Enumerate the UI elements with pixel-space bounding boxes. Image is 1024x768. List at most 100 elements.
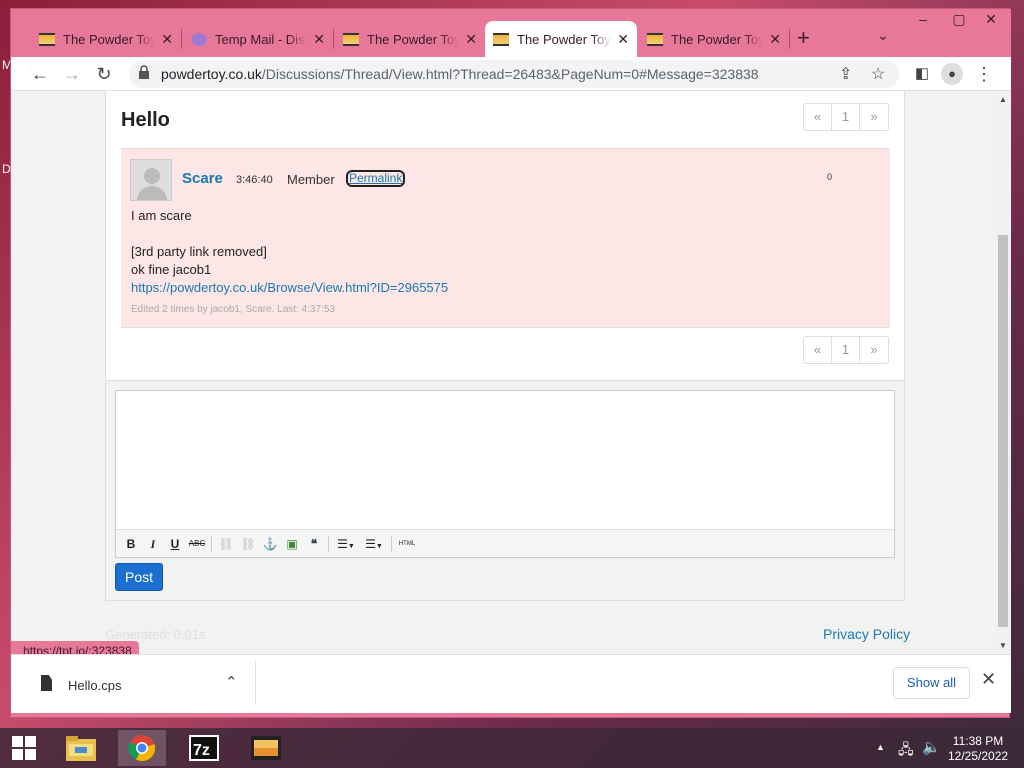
- file-explorer-taskbar-button[interactable]: [57, 730, 105, 766]
- pager-top: « 1 »: [803, 103, 889, 131]
- tray-chevron-icon[interactable]: ▲: [876, 742, 885, 752]
- vertical-scrollbar[interactable]: ▲ ▼: [995, 91, 1011, 654]
- pager-page-button[interactable]: 1: [832, 337, 860, 363]
- tab-5[interactable]: The Powder Toy ✕: [639, 21, 789, 57]
- volume-icon[interactable]: 🔈: [922, 738, 941, 756]
- strikethrough-button[interactable]: ABC: [186, 533, 208, 555]
- post-time: 3:46:40: [236, 174, 273, 186]
- clock-time: 11:38 PM: [952, 734, 1004, 748]
- avatar[interactable]: [130, 159, 172, 201]
- scroll-up-icon[interactable]: ▲: [995, 95, 1011, 104]
- underline-button[interactable]: U: [164, 533, 186, 555]
- windows-logo-icon: [12, 736, 36, 760]
- tab-title: The Powder Toy: [517, 31, 611, 47]
- close-tab-icon[interactable]: ✕: [769, 31, 781, 48]
- downloads-bar: Hello.cps ⌃ Show all ✕: [11, 654, 1011, 713]
- quote-button[interactable]: ❝: [303, 533, 325, 555]
- close-tab-icon[interactable]: ✕: [313, 31, 325, 48]
- side-panel-icon[interactable]: ◧: [911, 63, 933, 85]
- pager-prev-button[interactable]: «: [804, 337, 832, 363]
- link-button[interactable]: ⛓: [215, 533, 237, 555]
- profile-icon[interactable]: ●: [941, 63, 963, 85]
- bullet-list-button[interactable]: ☰▼: [332, 533, 360, 555]
- post: Scare 3:46:40 Member Permalink 0 I am sc…: [121, 148, 890, 328]
- pager-next-button[interactable]: »: [860, 104, 888, 130]
- post-line-3: ok fine jacob1: [131, 262, 212, 277]
- post-line-1: I am scare: [131, 208, 192, 223]
- browser-toolbar: ← → ↻ powdertoy.co.uk/Discussions/Thread…: [11, 57, 1011, 91]
- pager-next-button[interactable]: »: [860, 337, 888, 363]
- system-clock[interactable]: 11:38 PM 12/25/2022: [948, 734, 1008, 764]
- minimize-icon[interactable]: –: [905, 11, 941, 27]
- menu-kebab-icon[interactable]: ⋮: [973, 63, 995, 85]
- close-downloads-icon[interactable]: ✕: [981, 669, 996, 690]
- italic-button[interactable]: I: [142, 533, 164, 555]
- svg-text:7z: 7z: [193, 742, 210, 759]
- tempmail-icon: [191, 32, 207, 46]
- thread-container: Hello « 1 » Scare 3:46:40 Member Permali…: [105, 91, 905, 381]
- reload-icon[interactable]: ↻: [93, 63, 115, 85]
- taskbar: 7z ▲ 🖧 🔈 11:38 PM 12/25/2022: [0, 728, 1024, 768]
- privacy-policy-link[interactable]: Privacy Policy: [823, 626, 910, 642]
- bookmark-star-icon[interactable]: ☆: [871, 64, 885, 84]
- tab-search-chevron-icon[interactable]: ⌄: [877, 27, 889, 44]
- scrollbar-thumb[interactable]: [998, 235, 1008, 627]
- close-tab-icon[interactable]: ✕: [465, 31, 477, 48]
- powder-toy-taskbar-button[interactable]: [242, 730, 290, 766]
- pager-bottom: « 1 »: [803, 336, 889, 364]
- back-icon[interactable]: ←: [29, 63, 51, 85]
- maximize-icon[interactable]: ▢: [941, 11, 977, 28]
- new-tab-icon[interactable]: +: [797, 25, 810, 51]
- url-text: powdertoy.co.uk/Discussions/Thread/View.…: [161, 66, 759, 82]
- numbered-list-button[interactable]: ☰▼: [360, 533, 388, 555]
- film-icon: [343, 32, 359, 46]
- reply-section: B I U ABC ⛓ ⛓ ⚓ ▣ ❝ ☰▼ ☰▼ HTML Post: [105, 381, 905, 601]
- close-tab-icon[interactable]: ✕: [161, 31, 173, 48]
- tab-2[interactable]: Temp Mail - Disposable ✕: [183, 21, 333, 57]
- unlink-button[interactable]: ⛓: [237, 533, 259, 555]
- post-line-2: [3rd party link removed]: [131, 244, 267, 259]
- thread-title: Hello: [121, 109, 170, 131]
- tab-title: The Powder Toy: [367, 31, 460, 47]
- tab-bar: The Powder Toy ✕ Temp Mail - Disposable …: [11, 9, 1011, 57]
- pager-prev-button[interactable]: «: [804, 104, 832, 130]
- pager-page-button[interactable]: 1: [832, 104, 860, 130]
- tab-1[interactable]: The Powder Toy ✕: [31, 21, 181, 57]
- 7zip-taskbar-button[interactable]: 7z: [180, 730, 228, 766]
- post-votes: 0: [827, 172, 833, 182]
- image-button[interactable]: ▣: [281, 533, 303, 555]
- folder-icon: [66, 736, 96, 761]
- address-bar[interactable]: powdertoy.co.uk/Discussions/Thread/View.…: [129, 60, 899, 88]
- post-link[interactable]: https://powdertoy.co.uk/Browse/View.html…: [131, 280, 448, 295]
- permalink-link[interactable]: Permalink: [345, 170, 406, 187]
- lock-icon: [139, 65, 149, 79]
- share-icon[interactable]: ⇪: [839, 64, 852, 84]
- start-button[interactable]: [0, 730, 48, 766]
- reply-editor[interactable]: B I U ABC ⛓ ⛓ ⚓ ▣ ❝ ☰▼ ☰▼ HTML: [115, 390, 895, 558]
- post-edited-note: Edited 2 times by jacob1, Scare. Last: 4…: [131, 304, 336, 315]
- status-url-bubble: https://tpt.io/:323838: [11, 641, 139, 654]
- bold-button[interactable]: B: [120, 533, 142, 555]
- file-icon: [41, 675, 52, 691]
- show-all-button[interactable]: Show all: [893, 667, 970, 699]
- download-item[interactable]: Hello.cps ⌃: [33, 669, 243, 701]
- close-window-icon[interactable]: ✕: [973, 11, 1009, 28]
- download-filename: Hello.cps: [68, 678, 122, 693]
- chrome-icon: [128, 735, 156, 762]
- html-source-button[interactable]: HTML: [395, 533, 419, 555]
- tab-3[interactable]: The Powder Toy ✕: [335, 21, 485, 57]
- film-icon: [251, 736, 281, 760]
- forward-icon[interactable]: →: [61, 63, 83, 85]
- chevron-up-icon[interactable]: ⌃: [225, 673, 238, 691]
- generated-time: Generated: 0.01s: [105, 627, 206, 642]
- chrome-taskbar-button[interactable]: [118, 730, 166, 766]
- post-author-link[interactable]: Scare: [182, 170, 223, 187]
- browser-window: The Powder Toy ✕ Temp Mail - Disposable …: [10, 8, 1011, 718]
- tab-title: The Powder Toy: [63, 31, 156, 47]
- network-icon[interactable]: 🖧: [898, 739, 914, 763]
- anchor-button[interactable]: ⚓: [259, 533, 281, 555]
- tab-4-active[interactable]: The Powder Toy ✕: [485, 21, 637, 57]
- post-button[interactable]: Post: [115, 563, 163, 591]
- scroll-down-icon[interactable]: ▼: [995, 641, 1011, 650]
- close-tab-icon[interactable]: ✕: [617, 31, 629, 48]
